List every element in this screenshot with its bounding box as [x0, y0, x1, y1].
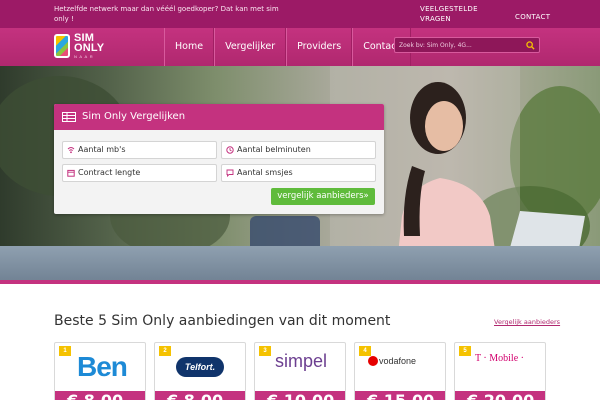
nav-item-home[interactable]: Home [164, 28, 215, 66]
tmobile-logo: T · Mobile · [475, 353, 524, 364]
call-minutes-label: Aantal belminuten [237, 145, 311, 154]
offer-card-telfort[interactable]: 2 Telfort. € 8,00 [154, 342, 246, 400]
data-mb-label: Aantal mb's [78, 145, 126, 154]
rank-badge: 1 [59, 346, 71, 356]
offer-price: € 20,00 [467, 391, 534, 400]
phone-logo-icon [54, 34, 70, 58]
compare-panel-header: Sim Only Vergelijken [54, 104, 384, 130]
sms-label: Aantal smsjes [237, 168, 293, 177]
nav-item-providers[interactable]: Providers [286, 28, 353, 66]
logo-wordmark: SIM ONLY [74, 33, 105, 54]
vodafone-logo: vodafone [379, 356, 417, 366]
nav-menu: Home Vergelijker Providers Contact [164, 28, 412, 66]
offer-price: € 8,00 [167, 391, 223, 400]
data-mb-select[interactable]: Aantal mb's [62, 141, 217, 159]
offer-card-vodafone[interactable]: 4 vodafone € 15,00 [354, 342, 446, 400]
faq-link[interactable]: VEELGESTELDE VRAGEN [420, 4, 490, 24]
offer-price: € 10,00 [267, 391, 334, 400]
simpel-logo: simpel [275, 351, 328, 371]
rank-badge: 3 [259, 346, 271, 356]
call-minutes-select[interactable]: Aantal belminuten [221, 141, 376, 159]
rank-badge: 5 [459, 346, 471, 356]
telfort-logo: Telfort. [176, 357, 224, 377]
logo-line-2: ONLY [74, 42, 105, 54]
offer-price: € 15,00 [367, 391, 434, 400]
offer-card-ben[interactable]: 1 Ben € 8,00 [54, 342, 146, 400]
search-input[interactable] [399, 40, 523, 51]
message-icon [226, 169, 234, 177]
clock-icon [226, 146, 234, 154]
search-box [394, 37, 540, 53]
main-navbar: SIM ONLY NAAR Home Vergelijker Providers… [0, 28, 600, 66]
compare-providers-button[interactable]: vergelijk aanbieders» [271, 188, 375, 205]
ben-logo: Ben [77, 351, 128, 382]
wifi-icon [67, 147, 75, 154]
search-icon[interactable] [526, 41, 535, 50]
rank-badge: 2 [159, 346, 171, 356]
contract-length-select[interactable]: Contract lengte [62, 164, 217, 182]
compare-table-icon [62, 112, 76, 122]
compare-providers-link[interactable]: Vergelijk aanbieders [494, 318, 560, 326]
hero-divider [0, 280, 600, 284]
contract-length-label: Contract lengte [78, 168, 141, 177]
calendar-icon [67, 169, 75, 177]
site-logo[interactable]: SIM ONLY NAAR [54, 32, 134, 62]
rank-badge: 4 [359, 346, 371, 356]
top-contact-link[interactable]: CONTACT [515, 13, 550, 21]
vodafone-icon [368, 356, 378, 366]
offer-card-tmobile[interactable]: 5 T · Mobile · € 20,00 [454, 342, 546, 400]
offers-heading: Beste 5 Sim Only aanbiedingen van dit mo… [54, 313, 391, 329]
offer-price: € 8,00 [67, 391, 123, 400]
top-bar: Hetzelfde netwerk maar dan vééél goedkop… [0, 0, 600, 28]
nav-item-vergelijker[interactable]: Vergelijker [214, 28, 287, 66]
sms-select[interactable]: Aantal smsjes [221, 164, 376, 182]
offer-card-simpel[interactable]: 3 simpel € 10,00 [254, 342, 346, 400]
tagline: Hetzelfde netwerk maar dan vééél goedkop… [54, 5, 279, 23]
hero-table [0, 246, 600, 284]
compare-panel-title: Sim Only Vergelijken [82, 111, 186, 122]
logo-subtext: NAAR [74, 54, 96, 59]
